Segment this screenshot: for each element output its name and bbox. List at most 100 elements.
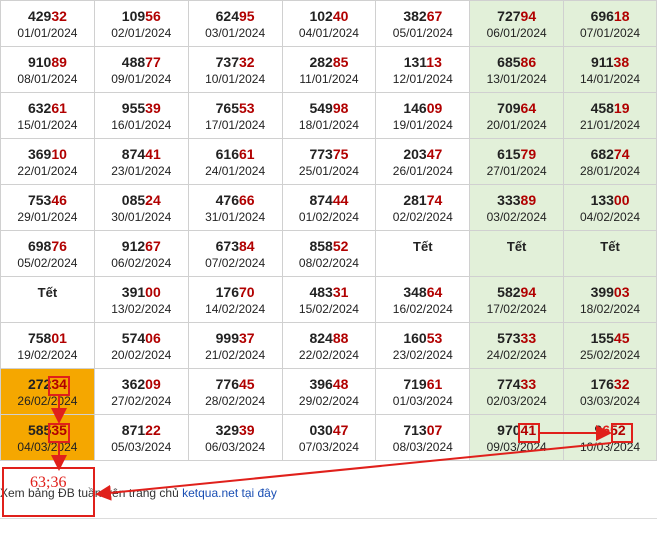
result-number: 16053 [376,329,469,347]
number-tail: 84 [239,237,255,254]
highlight-box-35 [48,423,70,443]
number-head: 955 [121,99,146,116]
result-cell: 38267 05/01/2024 [375,0,471,47]
number-head: 696 [590,7,614,24]
number-hidden-digit: 6 [602,421,611,438]
result-date: 27/02/2024 [111,393,172,408]
number-tail: 66 [239,191,255,208]
result-cell: 57333 24/02/2024 [469,322,565,369]
result-date: 01/03/2024 [392,393,453,408]
result-cell: 68586 13/01/2024 [469,46,565,93]
result-date: 13/02/2024 [111,301,172,316]
result-date: 29/02/2024 [298,393,359,408]
number-head: 382 [403,7,427,24]
number-tail: 39 [239,421,255,438]
result-date: 16/01/2024 [111,117,172,132]
number-head: 155 [590,329,614,346]
result-cell: 77433 02/03/2024 [469,368,565,415]
number-head: 709 [497,99,521,116]
result-date: 21/01/2024 [580,117,641,132]
number-tail: 09 [145,375,161,392]
result-cell: 45819 21/01/2024 [563,92,657,139]
result-cell: 36209 27/02/2024 [93,368,189,415]
number-tail: 89 [51,53,67,70]
table-row: 58535 04/03/2024 87122 05/03/2024 32939 06/03… [0,414,657,461]
highlight-box-41 [518,423,540,443]
number-head: 488 [121,53,146,70]
result-number: 57406 [95,329,188,347]
number-head: 396 [309,375,333,392]
number-tail: 94 [520,7,537,24]
number-tail: 88 [332,329,349,346]
result-date: 16/02/2024 [392,301,453,316]
number-head: 348 [403,283,427,300]
number-head: 369 [27,145,52,162]
result-cell: 14609 19/01/2024 [375,92,471,139]
result-date: 01/02/2024 [298,209,359,224]
result-number: 48331 [283,283,376,301]
table-row: 27234 26/02/2024 36209 27/02/2024 77645 28/02… [0,368,657,415]
result-cell: 87441 23/01/2024 [93,138,189,185]
highlight-box-34 [48,376,70,396]
result-cell: 17670 14/02/2024 [187,276,283,323]
result-cell: 15545 25/02/2024 [563,322,657,369]
result-number: 36209 [95,375,188,393]
number-tail: 33 [520,329,537,346]
result-cell: 08524 30/01/2024 [93,184,189,231]
result-date: 13/01/2024 [486,71,547,86]
number-tail: 76 [51,237,67,254]
number-head: 874 [309,191,333,208]
result-cell: 87122 05/03/2024 [93,414,189,461]
result-cell: 73732 10/01/2024 [187,46,283,93]
result-date: 24/01/2024 [205,163,266,178]
result-cell: 99937 21/02/2024 [187,322,283,369]
result-number: 39648 [283,375,376,393]
result-date: 18/01/2024 [298,117,359,132]
number-head: 912 [121,237,146,254]
number-tail: 61 [51,99,67,116]
result-number: 48877 [95,53,188,71]
number-tail: 00 [145,283,161,300]
result-number: 73732 [189,53,282,71]
result-cell: 75801 19/02/2024 [0,322,95,369]
result-number: 68274 [564,145,656,163]
number-head: 871 [121,421,146,438]
result-number: 72794 [470,7,563,25]
result-number: 63261 [1,99,94,117]
number-head: 774 [497,375,521,392]
result-number: 38267 [376,7,469,25]
result-cell: 48331 15/02/2024 [281,276,377,323]
result-cell: 32939 06/03/2024 [187,414,283,461]
result-number: 36910 [1,145,94,163]
number-tail: 45 [613,329,630,346]
result-date: 10/01/2024 [205,71,266,86]
result-cell: 16053 23/02/2024 [375,322,471,369]
holiday-label: Tết [600,238,620,254]
number-head: 030 [309,421,333,438]
number-head: 765 [215,99,239,116]
result-cell: 39903 18/02/2024 [563,276,657,323]
table-row: Tết 39100 13/02/2024 17670 14/02/2024 48331 15… [0,276,657,323]
result-cell: 85852 08/02/2024 [281,230,377,277]
table-row: 36910 22/01/2024 87441 23/01/2024 61661 24/01… [0,138,657,185]
result-number: 70964 [470,99,563,117]
result-number: 87444 [283,191,376,209]
number-tail: 74 [613,145,630,162]
result-number: 28285 [283,53,376,71]
ketqua-link[interactable]: ketqua.net tại đây [182,486,277,500]
number-tail: 38 [613,53,630,70]
result-date: 25/02/2024 [580,347,641,362]
result-date: 17/02/2024 [486,301,547,316]
result-date: 05/02/2024 [17,255,78,270]
result-number: 57333 [470,329,563,347]
number-head: 362 [121,375,146,392]
number-head: 999 [215,329,239,346]
result-number: 69876 [1,237,94,255]
result-number: 91267 [95,237,188,255]
result-number: 17632 [564,375,656,393]
result-cell: 70964 20/01/2024 [469,92,565,139]
result-number: 61579 [470,145,563,163]
number-tail: 09 [426,99,443,116]
result-number: 42932 [1,7,94,25]
number-head: 458 [590,99,614,116]
